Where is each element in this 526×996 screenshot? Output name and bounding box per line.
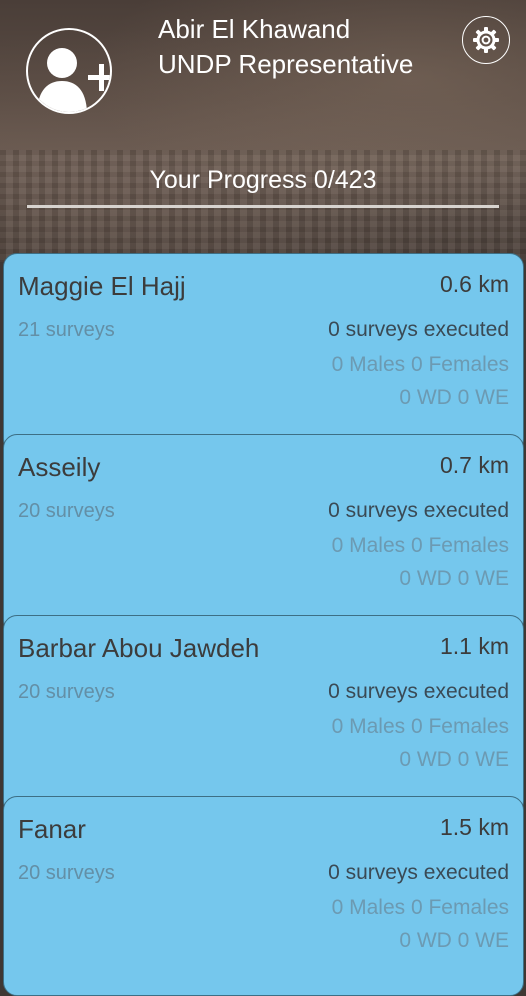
gender-breakdown: 0 Males 0 Females	[331, 353, 509, 376]
location-distance: 1.5 km	[439, 814, 509, 840]
gender-breakdown: 0 Males 0 Females	[331, 534, 509, 557]
survey-count: 20 surveys	[18, 681, 115, 703]
user-name: Abir El Khawand	[158, 14, 351, 44]
survey-count: 20 surveys	[18, 500, 115, 522]
gender-breakdown: 0 Males 0 Females	[331, 715, 509, 738]
location-name: Fanar	[18, 814, 86, 844]
profile-header: Abir El Khawand UNDP Representative Your…	[0, 0, 526, 262]
survey-count: 21 surveys	[18, 319, 115, 341]
location-name: Asseily	[18, 452, 101, 482]
surveys-executed: 0 surveys executed	[328, 318, 509, 341]
surveys-executed: 0 surveys executed	[328, 680, 509, 703]
user-role: UNDP Representative	[158, 49, 414, 79]
weekday-weekend-breakdown: 0 WD 0 WE	[399, 567, 509, 590]
person-add-icon[interactable]	[26, 28, 112, 114]
location-card-asseily[interactable]: Asseily 0.7 km 20 surveys 0 surveys exec…	[3, 434, 524, 634]
gear-icon	[473, 27, 499, 53]
progress-bar	[27, 205, 499, 208]
location-distance: 1.1 km	[439, 633, 509, 659]
location-card-barbar-abou-jawdeh[interactable]: Barbar Abou Jawdeh 1.1 km 20 surveys 0 s…	[3, 615, 524, 815]
surveys-executed: 0 surveys executed	[328, 861, 509, 884]
weekday-weekend-breakdown: 0 WD 0 WE	[399, 748, 509, 771]
location-distance: 0.7 km	[439, 452, 509, 478]
survey-count: 20 surveys	[18, 862, 115, 884]
surveys-executed: 0 surveys executed	[328, 499, 509, 522]
progress-label: Your Progress 0/423	[149, 166, 377, 194]
weekday-weekend-breakdown: 0 WD 0 WE	[399, 386, 509, 409]
location-card-fanar[interactable]: Fanar 1.5 km 20 surveys 0 surveys execut…	[3, 796, 524, 996]
location-name: Barbar Abou Jawdeh	[18, 633, 260, 663]
location-name: Maggie El Hajj	[18, 271, 186, 301]
weekday-weekend-breakdown: 0 WD 0 WE	[399, 929, 509, 952]
location-distance: 0.6 km	[439, 271, 509, 297]
location-card-maggie-el-hajj[interactable]: Maggie El Hajj 0.6 km 21 surveys 0 surve…	[3, 253, 524, 453]
settings-button[interactable]	[462, 16, 510, 64]
